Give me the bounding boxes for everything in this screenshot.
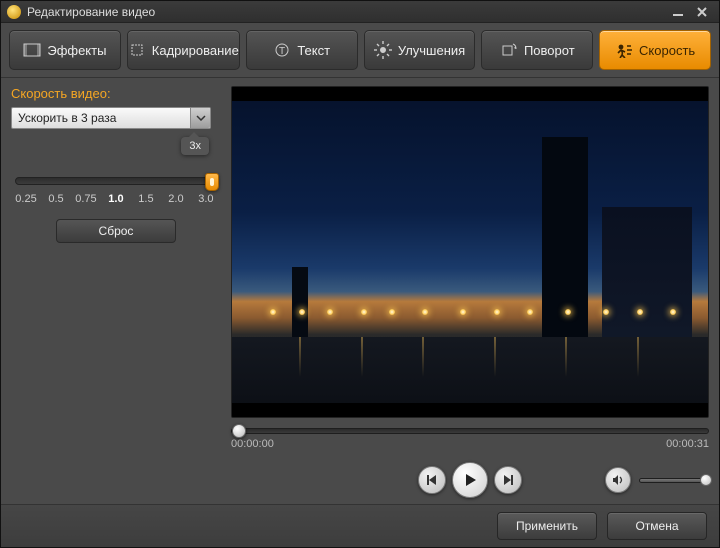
seek-slider[interactable] <box>231 428 709 434</box>
total-time: 00:00:31 <box>666 438 709 450</box>
speed-select-button[interactable] <box>190 108 210 128</box>
tab-text[interactable]: T Текст <box>246 30 358 70</box>
apply-button[interactable]: Применить <box>497 512 597 540</box>
speed-select[interactable]: Ускорить в 3 раза <box>11 107 211 129</box>
tab-label: Поворот <box>524 43 575 58</box>
tab-label: Кадрирование <box>152 43 239 58</box>
volume-button[interactable] <box>605 467 631 493</box>
svg-text:T: T <box>279 46 285 57</box>
tab-speed[interactable]: Скорость <box>599 30 711 70</box>
speed-select-value: Ускорить в 3 раза <box>18 111 116 125</box>
tab-label: Улучшения <box>398 43 465 58</box>
seek-row <box>231 428 709 434</box>
tick: 1.5 <box>131 193 161 205</box>
cancel-button[interactable]: Отмена <box>607 512 707 540</box>
tick: 0.25 <box>11 193 41 205</box>
content-area: Скорость видео: Ускорить в 3 раза 3x 0.2… <box>1 78 719 504</box>
close-icon <box>696 6 708 18</box>
text-icon: T <box>273 41 291 59</box>
footer: Применить Отмена <box>1 504 719 547</box>
video-preview <box>231 86 709 418</box>
rotate-icon <box>500 41 518 59</box>
volume-slider[interactable] <box>639 478 709 483</box>
speed-panel: Скорость видео: Ускорить в 3 раза 3x 0.2… <box>11 86 221 500</box>
current-time: 00:00:00 <box>231 438 274 450</box>
tab-effects[interactable]: Эффекты <box>9 30 121 70</box>
effects-icon <box>23 41 41 59</box>
tab-enhance[interactable]: Улучшения <box>364 30 476 70</box>
tick: 0.5 <box>41 193 71 205</box>
app-icon <box>7 5 21 19</box>
speed-select-wrap: Ускорить в 3 раза 3x <box>11 107 211 129</box>
titlebar: Редактирование видео <box>1 1 719 23</box>
controls-row <box>231 460 709 500</box>
tab-label: Текст <box>297 43 330 58</box>
window-title: Редактирование видео <box>27 5 665 19</box>
chevron-down-icon <box>196 115 206 121</box>
volume-control <box>605 467 709 493</box>
tabbar: Эффекты Кадрирование T Текст Улучшения П… <box>1 23 719 78</box>
volume-icon <box>611 473 625 487</box>
tab-label: Эффекты <box>47 43 106 58</box>
window: Редактирование видео Эффекты Кадрировани… <box>0 0 720 548</box>
tick: 0.75 <box>71 193 101 205</box>
tab-crop[interactable]: Кадрирование <box>127 30 240 70</box>
speed-slider-handle[interactable] <box>205 173 219 191</box>
skip-back-icon <box>426 474 438 486</box>
speed-label: Скорость видео: <box>11 86 221 101</box>
enhance-icon <box>374 41 392 59</box>
speed-slider[interactable] <box>15 177 217 185</box>
time-row: 00:00:00 00:00:31 <box>231 438 709 450</box>
minimize-button[interactable] <box>667 4 689 20</box>
tab-rotate[interactable]: Поворот <box>481 30 593 70</box>
speed-slider-area: 0.25 0.5 0.75 1.0 1.5 2.0 3.0 Сброс <box>11 177 221 243</box>
prev-button[interactable] <box>418 466 446 494</box>
close-button[interactable] <box>691 4 713 20</box>
speed-ticks: 0.25 0.5 0.75 1.0 1.5 2.0 3.0 <box>11 193 221 205</box>
reset-button[interactable]: Сброс <box>56 219 176 243</box>
reset-label: Сброс <box>99 224 134 238</box>
crop-icon <box>128 41 146 59</box>
tab-label: Скорость <box>639 43 695 58</box>
preview-panel: 00:00:00 00:00:31 <box>231 86 709 500</box>
tick: 3.0 <box>191 193 221 205</box>
play-button[interactable] <box>452 462 488 498</box>
cancel-label: Отмена <box>635 519 678 533</box>
speed-icon <box>615 41 633 59</box>
seek-handle[interactable] <box>232 424 246 438</box>
next-button[interactable] <box>494 466 522 494</box>
tick: 2.0 <box>161 193 191 205</box>
skip-forward-icon <box>502 474 514 486</box>
volume-handle[interactable] <box>700 474 712 486</box>
apply-label: Применить <box>516 519 578 533</box>
play-icon <box>463 473 477 487</box>
minimize-icon <box>672 7 684 17</box>
speed-tooltip: 3x <box>181 137 209 155</box>
tick: 1.0 <box>101 193 131 205</box>
